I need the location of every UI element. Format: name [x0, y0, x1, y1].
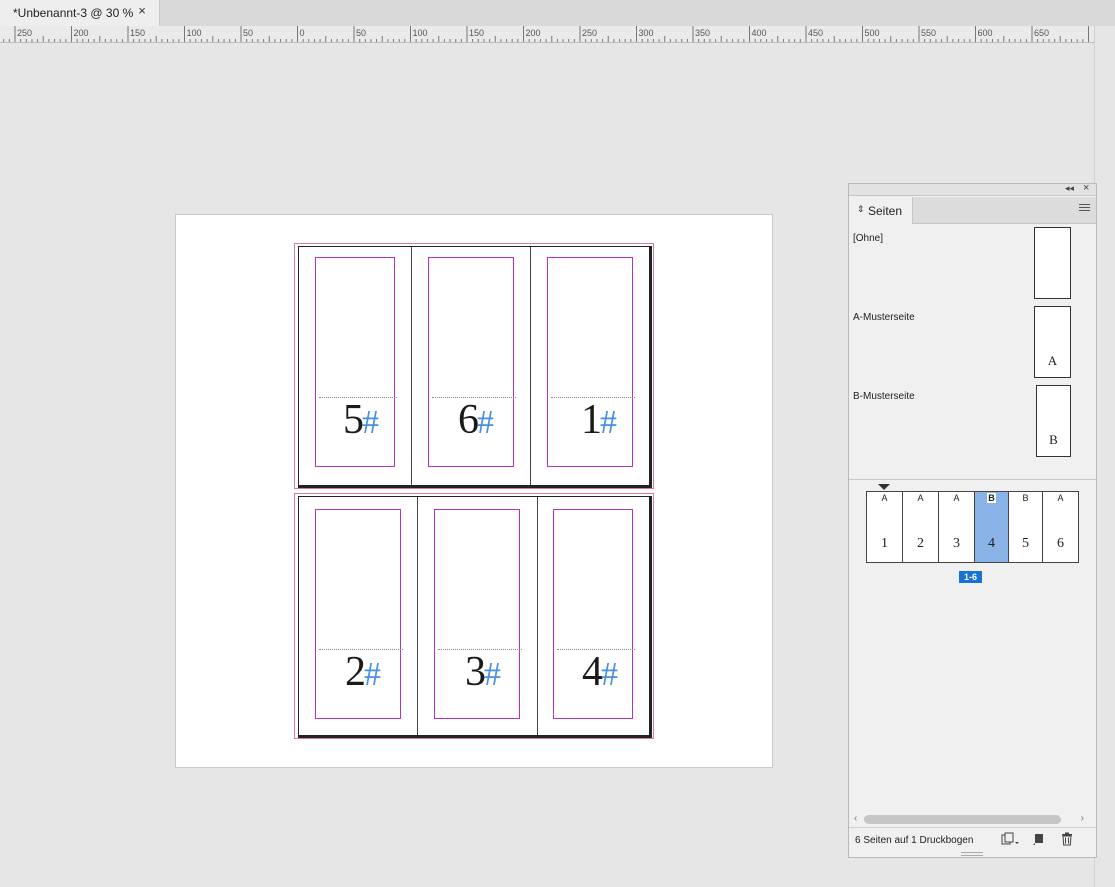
page-1[interactable]: 1#	[531, 247, 650, 485]
document-tab-title: *Unbenannt-3 @ 30 %	[13, 6, 134, 20]
scroll-left-icon[interactable]: ‹	[854, 813, 857, 824]
ruler-label: 200	[74, 28, 89, 38]
master-label: A-Musterseite	[853, 312, 915, 323]
spread-pointer-icon	[878, 484, 890, 490]
page-thumb-3[interactable]: A 3	[939, 492, 975, 562]
page-thumb-2[interactable]: A 2	[903, 492, 939, 562]
page-master-letter: A	[1057, 493, 1064, 503]
master-label: B-Musterseite	[853, 391, 915, 402]
marker-glyph: #	[484, 656, 501, 693]
panel-tab-row: ⇕ Seiten	[849, 197, 1096, 224]
master-thumbnail[interactable]	[1034, 227, 1071, 299]
indesign-window: *Unbenannt-3 @ 30 % × 250 200 150 100 50 0 50 1…	[0, 0, 1115, 887]
ruler-label: 100	[413, 28, 428, 38]
vertical-scroll-area[interactable]	[1094, 26, 1115, 887]
ruler-label: 600	[978, 28, 993, 38]
trash-icon[interactable]	[1060, 832, 1074, 846]
page-2[interactable]: 2#	[299, 497, 418, 735]
document-tab-bar: *Unbenannt-3 @ 30 % ×	[0, 0, 1115, 26]
master-letter: A	[1047, 353, 1058, 368]
ruler-label: 650	[1034, 28, 1049, 38]
resize-grip[interactable]	[961, 852, 983, 856]
marker-glyph: #	[364, 656, 381, 693]
spread-bottom-frame: 2# 3# 4#	[298, 496, 652, 738]
page-number-text: 4#	[582, 649, 618, 695]
page-number-text: 5#	[343, 397, 379, 443]
marker-glyph: #	[601, 656, 618, 693]
page-number-text: 1#	[581, 397, 617, 443]
page-master-letter: B	[1022, 493, 1029, 503]
ruler-label: 150	[130, 28, 145, 38]
page-master-letter: A	[881, 493, 888, 503]
page-number-text: 2#	[345, 649, 381, 695]
ruler-label: 300	[639, 28, 654, 38]
marker-glyph: #	[600, 404, 617, 441]
spread-bottom[interactable]: 2# 3# 4#	[294, 493, 654, 739]
pages-panel: ◂◂ × ⇕ Seiten [Ohne] A-Musterseite A B-M…	[848, 182, 1097, 858]
edit-page-size-icon[interactable]	[1001, 832, 1019, 846]
page-number-text: 3#	[465, 649, 501, 695]
ruler-label: 200	[526, 28, 541, 38]
page-thumb-5[interactable]: B 5	[1009, 492, 1043, 562]
spread-top-frame: 5# 6# 1#	[298, 246, 652, 488]
expand-collapse-icon[interactable]: ⇕	[857, 204, 865, 215]
page-4[interactable]: 4#	[538, 497, 650, 735]
page-3[interactable]: 3#	[418, 497, 538, 735]
ruler-label: 250	[582, 28, 597, 38]
ruler-label: 50	[356, 28, 366, 38]
horizontal-ruler[interactable]: 250 200 150 100 50 0 50 100 150 200 250 300 350 400 45…	[0, 26, 1095, 43]
page-5[interactable]: 5#	[299, 247, 412, 485]
ruler-label: 0	[300, 28, 305, 38]
page-thumb-number: 6	[1057, 536, 1064, 551]
page-thumb-number: 2	[917, 536, 924, 551]
ruler-label: 350	[695, 28, 710, 38]
ruler-label: 550	[921, 28, 936, 38]
master-thumbnail[interactable]: A	[1034, 306, 1071, 378]
panel-footer: 6 Seiten auf 1 Druckbogen	[849, 827, 1096, 851]
ruler-label: 50	[243, 28, 253, 38]
ruler-label: 250	[17, 28, 32, 38]
panel-menu-icon[interactable]	[1079, 204, 1090, 214]
page-6[interactable]: 6#	[412, 247, 531, 485]
scrollbar-thumb[interactable]	[864, 815, 1061, 824]
page-thumb-number: 4	[988, 536, 995, 551]
spread-range-badge: 1-6	[959, 571, 982, 583]
new-page-icon[interactable]	[1032, 832, 1046, 846]
collapse-icon[interactable]: ◂◂	[1065, 183, 1074, 194]
ruler-label: 500	[865, 28, 880, 38]
ruler-label: 450	[808, 28, 823, 38]
master-letter: B	[1049, 432, 1058, 447]
page-master-letter: A	[917, 493, 924, 503]
marker-glyph: #	[477, 404, 494, 441]
close-icon[interactable]: ×	[1083, 182, 1089, 194]
close-icon[interactable]: ×	[136, 4, 148, 18]
spread-top[interactable]: 5# 6# 1#	[294, 243, 654, 489]
marker-glyph: #	[362, 404, 379, 441]
page-thumb-4[interactable]: B 4	[975, 492, 1009, 562]
tab-seiten[interactable]: ⇕ Seiten	[849, 197, 913, 224]
panel-title-bar[interactable]: ◂◂ ×	[849, 182, 1096, 196]
page-thumb-number: 3	[953, 536, 960, 551]
master-thumbnail[interactable]: B	[1036, 385, 1071, 457]
page-thumb-1[interactable]: A 1	[867, 492, 903, 562]
page-number-text: 6#	[458, 397, 494, 443]
page-master-letter: B	[987, 493, 996, 503]
tab-label: Seiten	[868, 204, 903, 218]
page-count-status: 6 Seiten auf 1 Druckbogen	[855, 835, 974, 846]
page-thumb-number: 1	[881, 536, 888, 551]
ruler-label: 150	[469, 28, 484, 38]
spread-thumbnail[interactable]: A 1 A 2 A 3 B 4 B 5 A 6	[866, 491, 1079, 563]
page-thumb-number: 5	[1022, 536, 1029, 551]
document-tab[interactable]: *Unbenannt-3 @ 30 % ×	[0, 0, 160, 26]
ruler-ticks: 250 200 150 100 50 0 50 100 150 200 250 300 350 400 45…	[3, 26, 1089, 42]
panel-divider[interactable]	[849, 479, 1096, 480]
page-master-letter: A	[953, 493, 960, 503]
page-thumb-6[interactable]: A 6	[1043, 492, 1078, 562]
scroll-right-icon[interactable]: ›	[1081, 813, 1084, 824]
ruler-label: 100	[187, 28, 202, 38]
master-label: [Ohne]	[853, 233, 884, 244]
ruler-label: 400	[752, 28, 767, 38]
panel-horizontal-scrollbar[interactable]: ‹ ›	[854, 813, 1084, 825]
